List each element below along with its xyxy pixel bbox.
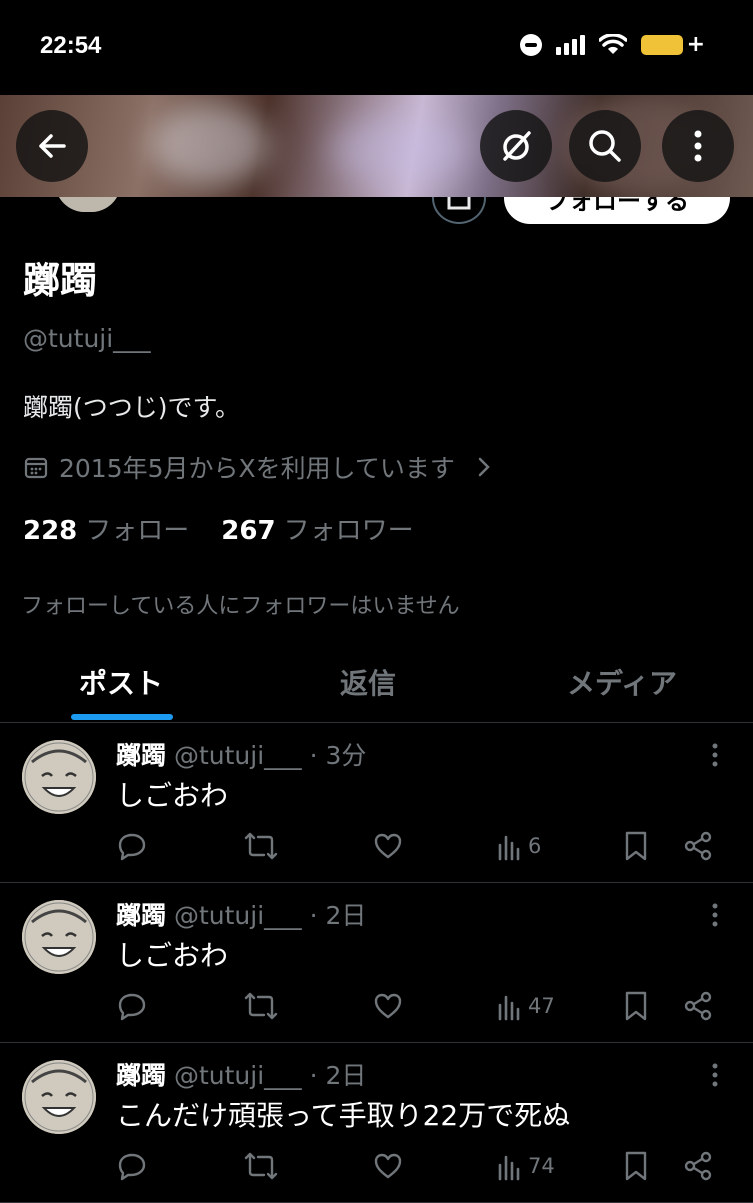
post-avatar[interactable]	[22, 1060, 96, 1134]
repost-icon	[244, 832, 278, 860]
post-actions: 47	[116, 988, 726, 1028]
post[interactable]: 躑躅 @tutuji___ · 2日 こんだけ頑張って手取り22万で死ぬ 74	[0, 1042, 753, 1203]
reply-icon	[118, 993, 146, 1021]
post[interactable]: 躑躅 @tutuji___ · 3分 しごおわ 6	[0, 722, 753, 883]
reply-icon	[118, 833, 146, 861]
repost-button[interactable]	[244, 1148, 278, 1184]
post-more-icon[interactable]	[700, 740, 730, 770]
following-link[interactable]: 228 フォロー	[23, 510, 189, 547]
followers-link[interactable]: 267 フォロワー	[221, 510, 413, 547]
signal-icon	[555, 34, 585, 55]
post-text: しごおわ	[116, 939, 229, 972]
bookmark-icon	[625, 991, 647, 1021]
repost-icon	[244, 992, 278, 1020]
bookmark-icon	[625, 1151, 647, 1181]
reply-button[interactable]	[116, 1148, 148, 1184]
reply-button[interactable]	[116, 828, 148, 864]
tab-media[interactable]: メディア	[567, 662, 677, 702]
more-button[interactable]	[662, 110, 734, 182]
post-avatar[interactable]	[22, 740, 96, 814]
post-author-handle[interactable]: @tutuji___	[174, 901, 302, 930]
views-button[interactable]: 74	[496, 1148, 555, 1184]
share-button[interactable]	[682, 1148, 714, 1184]
do-not-disturb-icon	[519, 33, 542, 56]
wifi-icon	[598, 33, 627, 54]
post-author-handle[interactable]: @tutuji___	[174, 741, 302, 770]
bookmark-button[interactable]	[622, 828, 650, 864]
profile-name: 躑躅	[23, 259, 97, 302]
like-button[interactable]	[372, 1148, 404, 1184]
share-icon	[684, 831, 712, 861]
post-text: しごおわ	[116, 779, 229, 812]
search-button[interactable]	[569, 110, 641, 182]
post-more-icon[interactable]	[700, 1060, 730, 1090]
search-icon	[589, 130, 621, 162]
views-button[interactable]: 6	[496, 828, 541, 864]
known-followers-text: フォローしている人にフォロワーはいません	[21, 594, 460, 619]
views-count: 74	[528, 1154, 555, 1178]
calendar-icon	[24, 457, 48, 479]
like-button[interactable]	[372, 988, 404, 1024]
views-count: 47	[528, 994, 555, 1018]
share-button[interactable]	[682, 988, 714, 1024]
post-time[interactable]: 3分	[326, 741, 367, 770]
repost-icon	[244, 1152, 278, 1180]
share-icon	[684, 991, 712, 1021]
grok-icon	[503, 131, 531, 161]
tab-replies[interactable]: 返信	[340, 662, 396, 702]
post[interactable]: 躑躅 @tutuji___ · 2日 しごおわ 47	[0, 882, 753, 1043]
repost-button[interactable]	[244, 828, 278, 864]
views-button[interactable]: 47	[496, 988, 555, 1024]
profile-bio: 躑躅(つつじ)です。	[23, 393, 241, 422]
tab-posts[interactable]: ポスト	[79, 662, 163, 702]
share-icon	[684, 1151, 712, 1181]
views-icon	[498, 995, 520, 1021]
views-icon	[498, 835, 520, 861]
bookmark-icon	[625, 831, 647, 861]
heart-icon	[374, 833, 402, 859]
profile-handle: @tutuji___	[23, 324, 151, 353]
status-icons: +	[519, 32, 705, 57]
post-author-name[interactable]: 躑躅	[116, 741, 166, 770]
like-button[interactable]	[372, 828, 404, 864]
arrow-left-icon	[39, 134, 66, 158]
back-button[interactable]	[16, 110, 88, 182]
grok-button[interactable]	[480, 110, 552, 182]
post-time[interactable]: 2日	[326, 901, 367, 930]
joined-date[interactable]: 2015年5月からXを利用しています	[23, 449, 493, 485]
heart-icon	[374, 993, 402, 1019]
views-count: 6	[528, 834, 542, 858]
active-tab-indicator	[71, 714, 173, 720]
post-actions: 74	[116, 1148, 726, 1188]
views-icon	[498, 1155, 520, 1181]
bookmark-button[interactable]	[622, 1148, 650, 1184]
reply-icon	[118, 1153, 146, 1181]
battery-icon	[640, 34, 683, 55]
profile-tabs: ポスト 返信 メディア	[0, 650, 753, 723]
reply-button[interactable]	[116, 988, 148, 1024]
post-actions: 6	[116, 828, 726, 868]
share-button[interactable]	[682, 828, 714, 864]
repost-button[interactable]	[244, 988, 278, 1024]
post-header: 躑躅 @tutuji___ · 2日	[116, 901, 367, 930]
post-author-name[interactable]: 躑躅	[116, 1061, 166, 1090]
status-bar: 22:54 +	[0, 0, 753, 95]
more-vertical-icon	[694, 130, 702, 162]
post-header: 躑躅 @tutuji___ · 2日	[116, 1061, 367, 1090]
bookmark-button[interactable]	[622, 988, 650, 1024]
post-time[interactable]: 2日	[326, 1061, 367, 1090]
post-header: 躑躅 @tutuji___ · 3分	[116, 741, 367, 770]
post-more-icon[interactable]	[700, 900, 730, 930]
post-author-handle[interactable]: @tutuji___	[174, 1061, 302, 1090]
heart-icon	[374, 1153, 402, 1179]
charging-icon: +	[686, 32, 705, 57]
chevron-right-icon	[478, 457, 490, 477]
status-time: 22:54	[40, 32, 102, 59]
follow-stats: 228 フォロー 267 フォロワー	[23, 510, 414, 547]
post-text: こんだけ頑張って手取り22万で死ぬ	[116, 1099, 571, 1132]
post-avatar[interactable]	[22, 900, 96, 974]
joined-text: 2015年5月からXを利用しています	[59, 454, 455, 483]
post-author-name[interactable]: 躑躅	[116, 901, 166, 930]
